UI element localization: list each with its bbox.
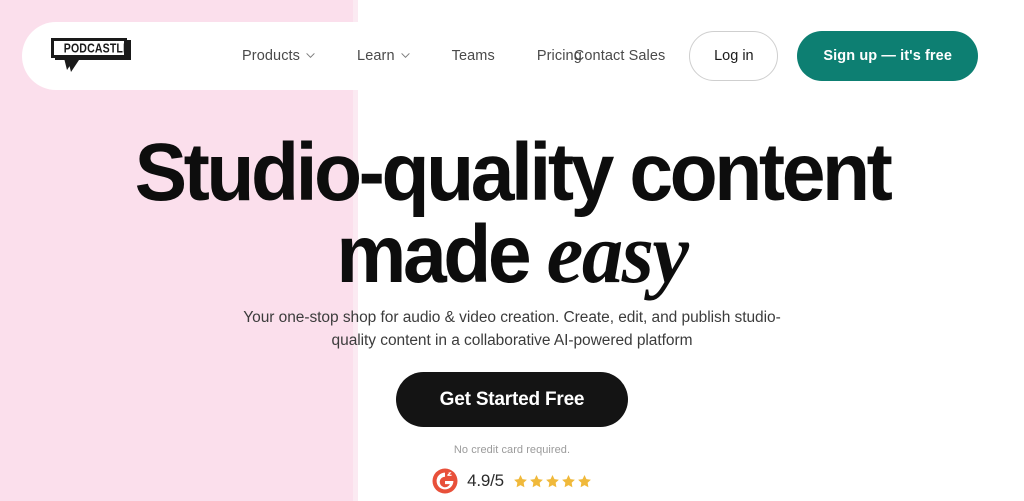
star-icon bbox=[545, 474, 560, 489]
g2-logo-icon bbox=[432, 468, 458, 494]
svg-text:PODCASTLE: PODCASTLE bbox=[64, 40, 130, 55]
headline-line-2: made easy bbox=[20, 210, 1003, 296]
nav-item-products-label: Products bbox=[242, 48, 301, 64]
podcastle-logo[interactable]: PODCASTLE bbox=[49, 38, 133, 74]
nav-item-products[interactable]: Products bbox=[221, 48, 336, 64]
nav-item-teams[interactable]: Teams bbox=[431, 48, 516, 64]
header-actions: Contact Sales Log in Sign up — it's free bbox=[574, 22, 978, 90]
nav-item-learn-label: Learn bbox=[357, 48, 395, 64]
star-icon bbox=[513, 474, 528, 489]
logo-wordmark-text: PODCASTLE bbox=[64, 40, 130, 55]
headline-made-text: made bbox=[336, 209, 547, 300]
primary-navigation: Products Learn Teams Pricing bbox=[221, 22, 603, 90]
star-icon bbox=[577, 474, 592, 489]
star-icon bbox=[529, 474, 544, 489]
chevron-down-icon bbox=[401, 51, 410, 60]
hero-subtitle: Your one-stop shop for audio & video cre… bbox=[243, 309, 781, 349]
hero-cta-group: Get Started Free No credit card required… bbox=[0, 372, 1024, 494]
site-header: PODCASTLE Products Learn Teams Pricing C… bbox=[22, 22, 1024, 90]
contact-sales-link[interactable]: Contact Sales bbox=[574, 48, 666, 64]
star-icon bbox=[561, 474, 576, 489]
chevron-down-icon bbox=[306, 51, 315, 60]
headline-easy-text: easy bbox=[546, 205, 689, 301]
get-started-free-button[interactable]: Get Started Free bbox=[396, 372, 628, 427]
log-in-button[interactable]: Log in bbox=[689, 31, 779, 81]
sign-up-button[interactable]: Sign up — it's free bbox=[797, 31, 978, 81]
star-rating bbox=[513, 474, 592, 489]
rating-score-text: 4.9/5 bbox=[467, 471, 504, 490]
nav-item-learn[interactable]: Learn bbox=[336, 48, 431, 64]
g2-rating-badge: 4.9/5 bbox=[432, 468, 592, 494]
headline-line-1: Studio-quality content bbox=[134, 127, 893, 218]
nav-item-teams-label: Teams bbox=[451, 48, 495, 64]
page-title: Studio-quality content made easy bbox=[0, 127, 1024, 297]
no-credit-card-note: No credit card required. bbox=[453, 444, 571, 456]
